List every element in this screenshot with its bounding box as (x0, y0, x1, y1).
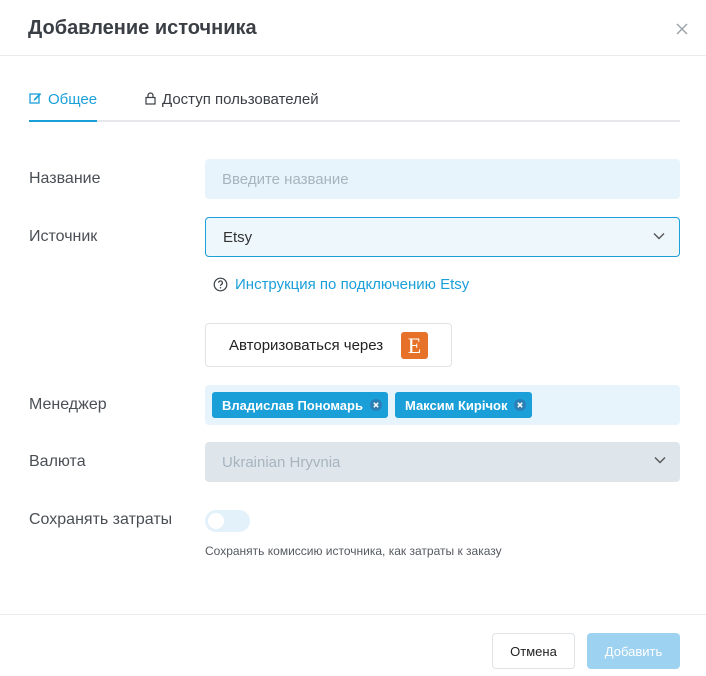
source-label: Источник (29, 228, 98, 245)
add-button[interactable]: Добавить (587, 633, 680, 669)
tab-bar: Общее Доступ пользователей (29, 84, 680, 122)
dialog-footer: Отмена Добавить (0, 614, 706, 676)
tab-general[interactable]: Общее (29, 84, 98, 122)
manager-chip: Владислав Пономарь (212, 392, 388, 418)
manager-chip-label: Владислав Пономарь (222, 397, 363, 413)
dialog-header: Добавление источника (0, 0, 706, 56)
remove-chip-icon[interactable] (369, 399, 382, 411)
chevron-down-icon (653, 233, 665, 240)
edit-icon (29, 93, 42, 104)
currency-label: Валюта (29, 453, 86, 470)
question-circle-icon (213, 277, 228, 292)
save-costs-label: Сохранять затраты (29, 511, 173, 528)
dialog-title: Добавление источника (28, 17, 257, 39)
name-label: Название (29, 170, 101, 187)
tab-general-label: Общее (48, 91, 98, 108)
etsy-logo-icon: E (401, 332, 428, 359)
manager-multiselect[interactable]: Владислав Пономарь Максим Кирічок (205, 385, 680, 425)
manager-chip-label: Максим Кирічок (404, 397, 508, 413)
tab-user-access[interactable]: Доступ пользователей (145, 84, 319, 122)
source-value: Etsy (223, 228, 253, 246)
manager-label: Менеджер (29, 396, 107, 413)
save-costs-toggle[interactable] (205, 510, 250, 532)
toggle-knob (208, 513, 224, 529)
authorize-label: Авторизоваться через (229, 336, 384, 354)
currency-select[interactable]: Ukrainian Hryvnia (205, 442, 680, 482)
cancel-button[interactable]: Отмена (492, 633, 575, 669)
name-placeholder: Введите название (222, 170, 349, 188)
lock-icon (145, 92, 156, 105)
currency-value: Ukrainian Hryvnia (222, 453, 341, 471)
tab-user-access-label: Доступ пользователей (162, 91, 319, 108)
authorize-etsy-button[interactable]: Авторизоваться через E (205, 323, 452, 367)
etsy-instruction-link[interactable]: Инструкция по подключению Etsy (213, 276, 469, 293)
etsy-instruction-text: Инструкция по подключению Etsy (235, 276, 470, 293)
manager-chip: Максим Кирічок (394, 392, 533, 418)
close-icon[interactable] (675, 22, 689, 36)
name-input[interactable]: Введите название (205, 159, 680, 199)
remove-chip-icon[interactable] (514, 399, 527, 411)
chevron-down-icon (654, 457, 666, 464)
add-source-dialog: Добавление источника Общее Доступ пользо… (0, 0, 706, 676)
source-select[interactable]: Etsy (205, 217, 680, 257)
save-costs-hint: Сохранять комиссию источника, как затрат… (205, 544, 502, 558)
